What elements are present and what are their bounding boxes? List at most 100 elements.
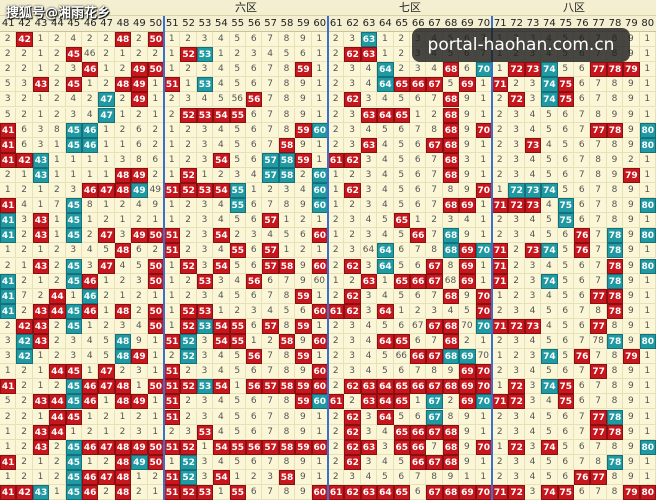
grid-cell: 3 — [180, 424, 197, 440]
grid-cell: 2 — [492, 228, 509, 244]
grid-cell: 5 — [377, 349, 394, 365]
grid-cell: 2 — [131, 485, 148, 500]
grid-cell: 46 — [82, 122, 99, 138]
grid-cell: 67 — [426, 379, 443, 395]
grid-cell: 6 — [410, 288, 427, 304]
grid-cell: 1 — [311, 318, 328, 334]
grid-cell: 1 — [213, 47, 230, 63]
grid-cell: 8 — [590, 107, 607, 123]
grid-cell: 6 — [246, 424, 263, 440]
zone-header-3: 七区 — [328, 0, 492, 16]
grid-cell: 2 — [98, 77, 115, 93]
grid-cell: 68 — [442, 349, 460, 365]
grid-cell: 8 — [278, 198, 296, 214]
grid-cell: 41 — [0, 228, 17, 244]
column-header-65: 65 — [393, 16, 410, 32]
grid-cell: 67 — [426, 77, 443, 93]
grid-cell: 67 — [426, 137, 443, 153]
grid-cell: 67 — [426, 258, 443, 274]
grid-cell: 4 — [541, 137, 558, 153]
grid-cell: 9 — [459, 183, 476, 199]
grid-cell: 41 — [0, 198, 17, 214]
grid-cell: 5 — [0, 77, 17, 93]
grid-cell: 2 — [229, 303, 246, 319]
grid-cell: 76 — [574, 228, 591, 244]
grid-cell: 9 — [295, 469, 312, 485]
grid-cell: 46 — [82, 288, 99, 304]
grid-cell: 5 — [557, 439, 574, 455]
column-header-61: 61 — [328, 16, 345, 32]
grid-cell: 66 — [393, 349, 410, 365]
grid-cell: 64 — [377, 243, 394, 259]
grid-cell: 1 — [311, 152, 328, 168]
grid-cell: 1 — [32, 273, 50, 289]
grid-cell: 7 — [590, 198, 607, 214]
grid-cell: 49 — [131, 349, 148, 365]
grid-cell: 47 — [98, 228, 115, 244]
grid-cell: 50 — [147, 439, 164, 455]
grid-cell: 1 — [377, 273, 394, 289]
grid-cell: 48 — [114, 32, 132, 48]
grid-cell: 54 — [213, 183, 230, 199]
grid-cell: 2 — [328, 243, 345, 259]
grid-cell: 47 — [98, 107, 115, 123]
grid-cell: 1 — [164, 288, 181, 304]
grid-cell: 3 — [196, 288, 214, 304]
grid-cell: 9 — [623, 439, 640, 455]
grid-cell: 47 — [98, 379, 115, 395]
grid-cell: 1 — [639, 243, 656, 259]
grid-cell: 4 — [524, 107, 542, 123]
grid-cell: 42 — [16, 32, 33, 48]
grid-cell: 1 — [311, 349, 328, 365]
grid-cell: 74 — [541, 62, 558, 78]
grid-cell: 3 — [360, 454, 378, 470]
grid-cell: 1 — [147, 213, 164, 229]
grid-cell: 71 — [492, 243, 509, 259]
grid-cell: 1 — [639, 47, 656, 63]
grid-cell: 4 — [131, 198, 148, 214]
grid-cell: 8 — [606, 137, 624, 153]
grid-cell: 1 — [311, 288, 328, 304]
grid-cell: 52 — [180, 379, 197, 395]
grid-cell: 1 — [213, 485, 230, 500]
grid-cell: 43 — [32, 213, 50, 229]
zone-divider — [327, 16, 329, 500]
grid-cell: 52 — [180, 318, 197, 334]
grid-cell: 78 — [606, 288, 624, 304]
grid-cell: 3 — [524, 439, 542, 455]
grid-cell: 49 — [147, 183, 164, 199]
grid-cell: 1 — [475, 409, 492, 425]
grid-cell: 9 — [459, 228, 476, 244]
grid-cell: 6 — [574, 379, 591, 395]
grid-cell: 43 — [32, 228, 50, 244]
grid-cell: 58 — [278, 439, 296, 455]
grid-cell: 6 — [393, 469, 410, 485]
grid-cell: 2 — [16, 243, 33, 259]
grid-cell: 2 — [623, 152, 640, 168]
grid-cell: 1 — [164, 62, 181, 78]
grid-cell: 8 — [606, 364, 624, 380]
grid-cell: 69 — [459, 364, 476, 380]
grid-cell: 9 — [459, 92, 476, 108]
grid-cell: 1 — [98, 152, 115, 168]
grid-cell: 6 — [557, 334, 574, 350]
grid-cell: 9 — [459, 424, 476, 440]
grid-cell: 9 — [459, 122, 476, 138]
grid-cell: 7 — [426, 167, 443, 183]
grid-cell: 2 — [131, 47, 148, 63]
grid-cell: 5 — [131, 258, 148, 274]
grid-cell: 5 — [557, 318, 574, 334]
grid-cell: 2 — [180, 228, 197, 244]
grid-cell: 2 — [16, 303, 33, 319]
grid-cell: 3 — [32, 137, 50, 153]
column-header-48: 48 — [114, 16, 132, 32]
grid-cell: 1 — [328, 273, 345, 289]
grid-cell: 6 — [574, 273, 591, 289]
grid-cell: 77 — [590, 409, 607, 425]
grid-cell: 45 — [65, 439, 82, 455]
grid-cell: 7 — [426, 439, 443, 455]
grid-cell: 3 — [524, 258, 542, 274]
grid-cell: 9 — [295, 485, 312, 500]
grid-cell: 2 — [82, 424, 99, 440]
grid-cell: 1 — [114, 409, 132, 425]
